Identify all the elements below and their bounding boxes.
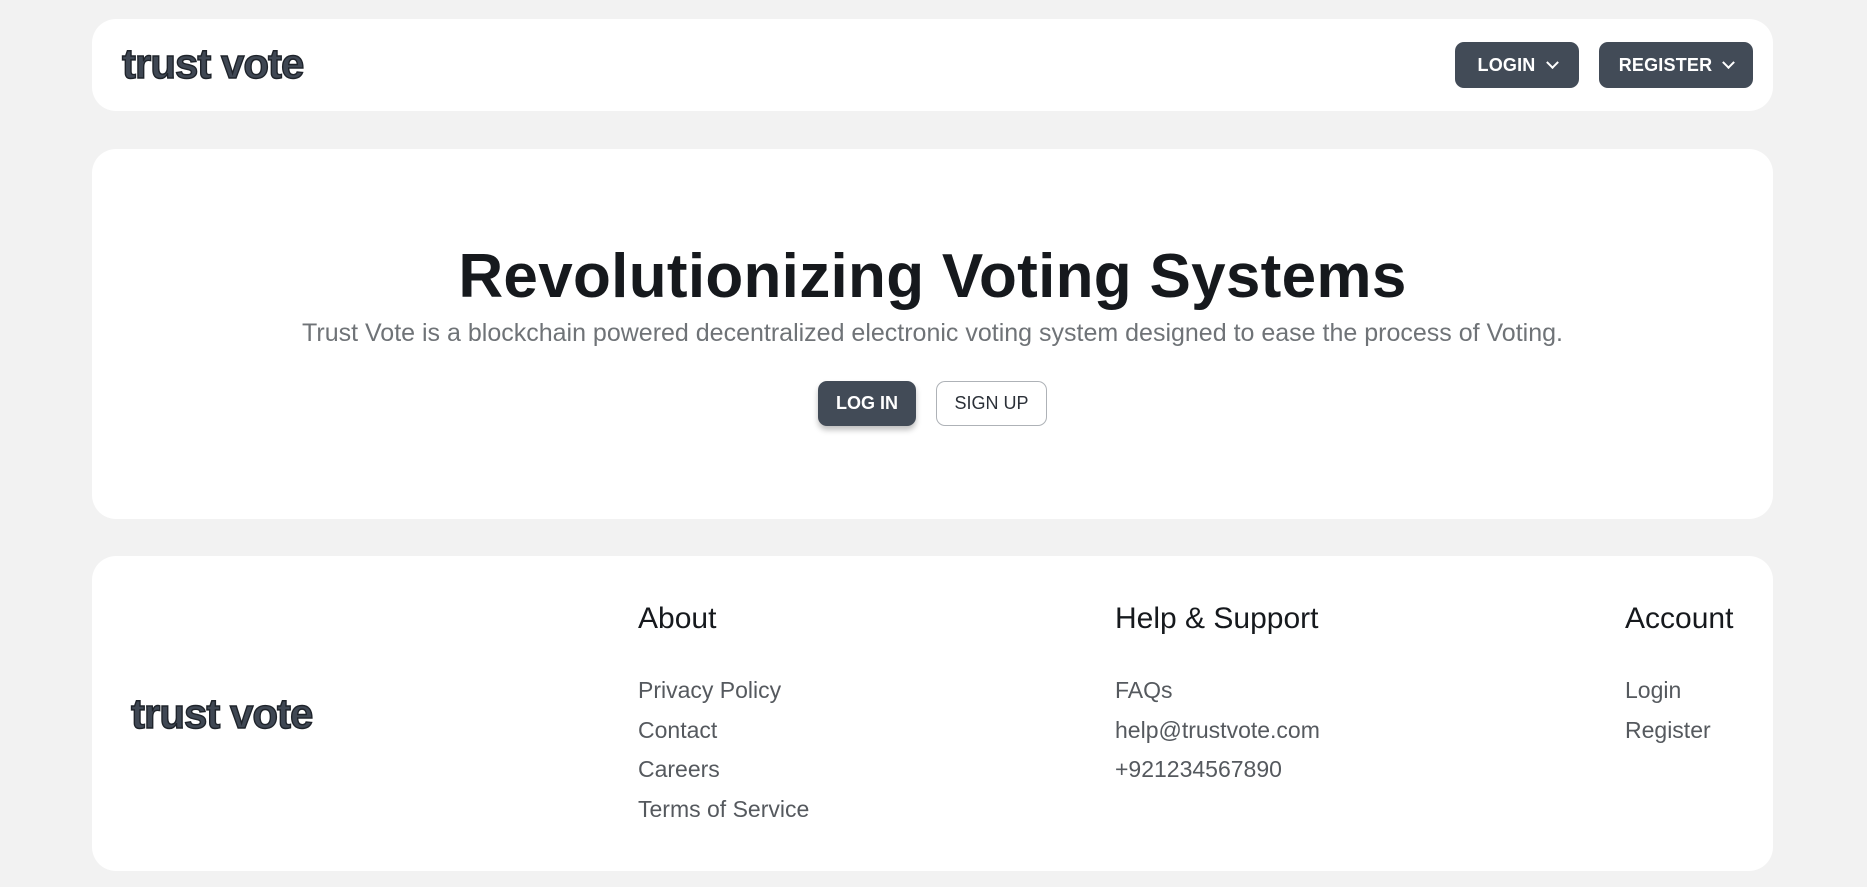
footer-column-title: Account bbox=[1625, 602, 1734, 635]
hero-title: Revolutionizing Voting Systems bbox=[458, 242, 1407, 311]
hero-subtitle: Trust Vote is a blockchain powered decen… bbox=[302, 319, 1563, 347]
footer-link-faqs[interactable]: FAQs bbox=[1115, 671, 1320, 711]
footer-link-login[interactable]: Login bbox=[1625, 671, 1733, 711]
chevron-down-icon bbox=[1545, 55, 1559, 69]
login-dropdown-button[interactable]: LOGIN bbox=[1455, 42, 1579, 88]
footer-column-title: Help & Support bbox=[1115, 602, 1319, 635]
footer-link-careers[interactable]: Careers bbox=[638, 750, 809, 790]
hero-section: Revolutionizing Voting Systems Trust Vot… bbox=[92, 149, 1773, 519]
footer-link-privacy-policy[interactable]: Privacy Policy bbox=[638, 671, 809, 711]
footer-link-terms[interactable]: Terms of Service bbox=[638, 790, 809, 830]
footer-link-email[interactable]: help@trustvote.com bbox=[1115, 711, 1320, 751]
footer-column-title: About bbox=[638, 602, 717, 635]
footer: trust vote About Privacy Policy Contact … bbox=[92, 556, 1773, 871]
chevron-down-icon bbox=[1722, 55, 1736, 69]
signup-button[interactable]: SIGN UP bbox=[936, 381, 1047, 426]
register-dropdown-button[interactable]: REGISTER bbox=[1599, 42, 1753, 88]
footer-link-contact[interactable]: Contact bbox=[638, 711, 809, 751]
footer-link-phone[interactable]: +921234567890 bbox=[1115, 750, 1320, 790]
brand-logo[interactable]: trust vote bbox=[121, 40, 305, 87]
login-button[interactable]: LOG IN bbox=[818, 381, 916, 426]
register-dropdown-label: REGISTER bbox=[1618, 54, 1713, 75]
footer-logo[interactable]: trust vote bbox=[130, 690, 314, 737]
footer-link-register[interactable]: Register bbox=[1625, 711, 1733, 751]
footer-column-about: About Privacy Policy Contact Careers Ter… bbox=[638, 599, 809, 829]
footer-column-help: Help & Support FAQs help@trustvote.com +… bbox=[1115, 599, 1320, 790]
login-dropdown-label: LOGIN bbox=[1477, 54, 1536, 75]
footer-column-account: Account Login Register bbox=[1625, 599, 1733, 750]
top-navbar: trust vote LOGIN REGISTER bbox=[92, 19, 1773, 111]
